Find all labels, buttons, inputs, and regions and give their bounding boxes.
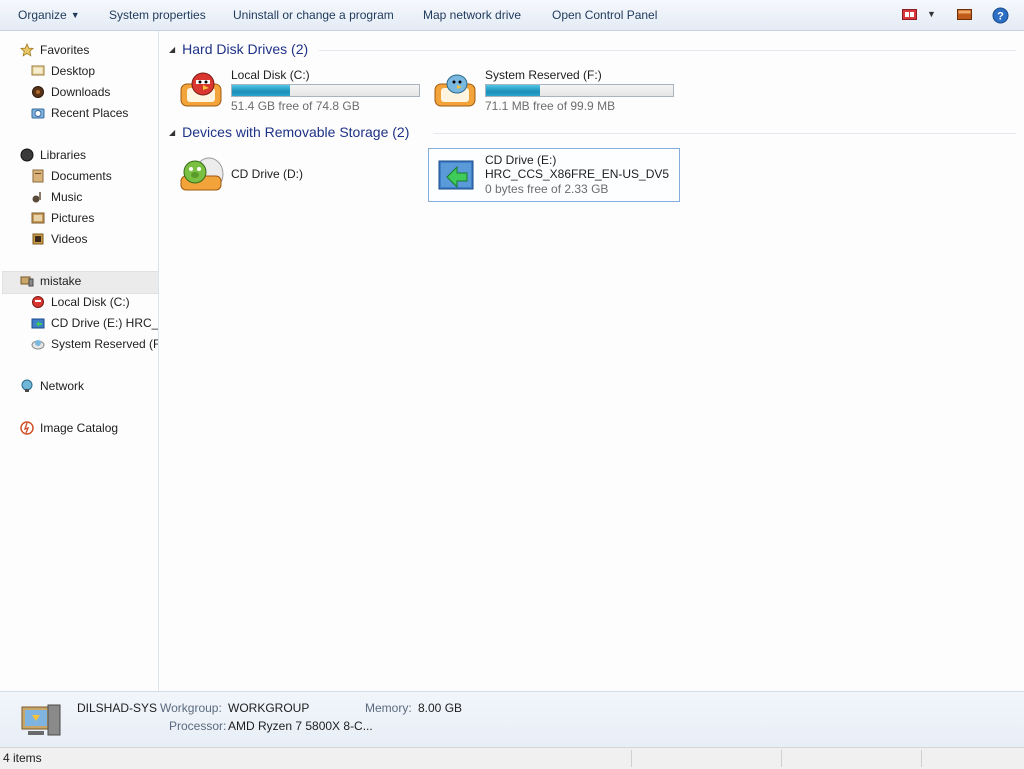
navigation-pane: Favorites Desktop Downloads Recent Place…: [0, 31, 159, 691]
chevron-down-icon[interactable]: ▼: [927, 9, 936, 19]
nav-item-label: Pictures: [51, 211, 95, 225]
status-separator: [921, 750, 922, 767]
libraries-icon: [20, 148, 34, 162]
group-divider: [433, 133, 1016, 134]
nav-computer-label: mistake: [40, 274, 82, 288]
status-bar: 4 items: [0, 747, 1024, 769]
group-title: Devices with Removable Storage (2): [182, 124, 410, 140]
drive-usage-fill: [232, 85, 290, 96]
cd-drive-icon: [31, 318, 45, 329]
help-icon[interactable]: ?: [992, 7, 1009, 24]
cd-drive-icon: [438, 160, 474, 190]
processor-value: AMD Ryzen 7 5800X 8-C...: [228, 719, 373, 733]
nav-item-label: Recent Places: [51, 106, 129, 120]
music-icon: [32, 192, 41, 203]
group-divider: [319, 50, 1016, 51]
nav-item-label: Videos: [51, 232, 88, 246]
organize-button[interactable]: Organize ▼: [18, 8, 80, 22]
status-separator: [781, 750, 782, 767]
group-header-hard-disks[interactable]: ◢ Hard Disk Drives (2): [169, 41, 308, 57]
workgroup-value: WORKGROUP: [228, 701, 310, 715]
status-separator: [631, 750, 632, 767]
network-icon: [21, 379, 33, 392]
videos-icon: [32, 233, 44, 245]
item-count: 4 items: [3, 751, 42, 765]
drive-system-reserved-f[interactable]: System Reserved (F:) 71.1 MB free of 99.…: [429, 64, 679, 116]
drive-cd-d[interactable]: CD Drive (D:): [175, 148, 425, 200]
drive-name: Local Disk (C:): [231, 68, 310, 82]
green-pig-drive-icon: [180, 157, 224, 191]
computer-icon: [21, 704, 61, 736]
nav-favorites-label: Favorites: [40, 43, 90, 57]
group-header-removable[interactable]: ◢ Devices with Removable Storage (2): [169, 124, 409, 140]
drive-usage-bar: [231, 84, 420, 97]
blue-bird-drive-icon: [434, 74, 476, 107]
drive-free-space: 51.4 GB free of 74.8 GB: [231, 99, 360, 113]
drive-local-disk-c[interactable]: Local Disk (C:) 51.4 GB free of 74.8 GB: [175, 64, 425, 116]
preview-pane-icon[interactable]: [957, 9, 973, 21]
nav-item-label: Documents: [51, 169, 112, 183]
details-pane: DILSHAD-SYS Workgroup: WORKGROUP Memory:…: [0, 691, 1024, 747]
desktop-icon: [31, 65, 45, 76]
drive-name: CD Drive (E:): [485, 153, 557, 167]
nav-item-label: Downloads: [51, 85, 111, 99]
blue-bird-drive-icon: [31, 340, 45, 350]
angry-bird-drive-icon: [180, 72, 222, 107]
recent-places-icon: [31, 108, 45, 119]
drive-free-space: 71.1 MB free of 99.9 MB: [485, 99, 616, 113]
drive-usage-fill: [486, 85, 541, 96]
collapse-triangle-icon[interactable]: ◢: [169, 45, 175, 54]
processor-label: Processor:: [169, 719, 227, 733]
image-catalog-icon: [20, 421, 34, 435]
drive-volume-label: HRC_CCS_X86FRE_EN-US_DV5: [485, 167, 670, 181]
drives-view: ◢ Hard Disk Drives (2) Local Disk (C:) 51…: [159, 31, 1024, 691]
drive-free-space: 0 bytes free of 2.33 GB: [485, 182, 609, 196]
angry-bird-drive-icon: [32, 296, 44, 308]
nav-item-label: Music: [51, 190, 83, 204]
star-icon: [20, 43, 34, 57]
collapse-triangle-icon[interactable]: ◢: [169, 128, 175, 137]
uninstall-program-button[interactable]: Uninstall or change a program: [233, 8, 394, 22]
nav-image-catalog-label: Image Catalog: [40, 421, 119, 435]
computer-icon: [20, 276, 34, 287]
nav-item-label: Local Disk (C:): [51, 295, 130, 309]
nav-network-label: Network: [40, 379, 85, 393]
nav-item-label: System Reserved (F:): [51, 337, 159, 351]
nav-item-label: CD Drive (E:) HRC_C: [51, 316, 159, 330]
computer-name: DILSHAD-SYS: [77, 701, 158, 715]
drive-name: CD Drive (D:): [231, 167, 303, 181]
memory-label: Memory:: [365, 701, 412, 715]
view-icon[interactable]: [902, 9, 918, 21]
system-properties-button[interactable]: System properties: [109, 8, 206, 22]
memory-value: 8.00 GB: [418, 701, 463, 715]
downloads-icon: [32, 86, 44, 98]
nav-item-label: Desktop: [51, 64, 96, 78]
drive-cd-e[interactable]: CD Drive (E:) HRC_CCS_X86FRE_EN-US_DV5 0…: [428, 148, 680, 202]
nav-libraries-label: Libraries: [40, 148, 87, 162]
organize-label: Organize: [18, 8, 67, 22]
drive-name: System Reserved (F:): [485, 68, 602, 82]
open-control-panel-button[interactable]: Open Control Panel: [552, 8, 657, 22]
pictures-icon: [31, 212, 45, 224]
documents-icon: [32, 169, 44, 183]
group-title: Hard Disk Drives (2): [182, 41, 309, 57]
svg-text:?: ?: [997, 11, 1004, 23]
map-network-drive-button[interactable]: Map network drive: [423, 8, 521, 22]
drive-usage-bar: [485, 84, 674, 97]
workgroup-label: Workgroup:: [160, 701, 222, 715]
chevron-down-icon: ▼: [70, 10, 80, 20]
command-bar: Organize ▼ System properties Uninstall or…: [0, 0, 1024, 31]
